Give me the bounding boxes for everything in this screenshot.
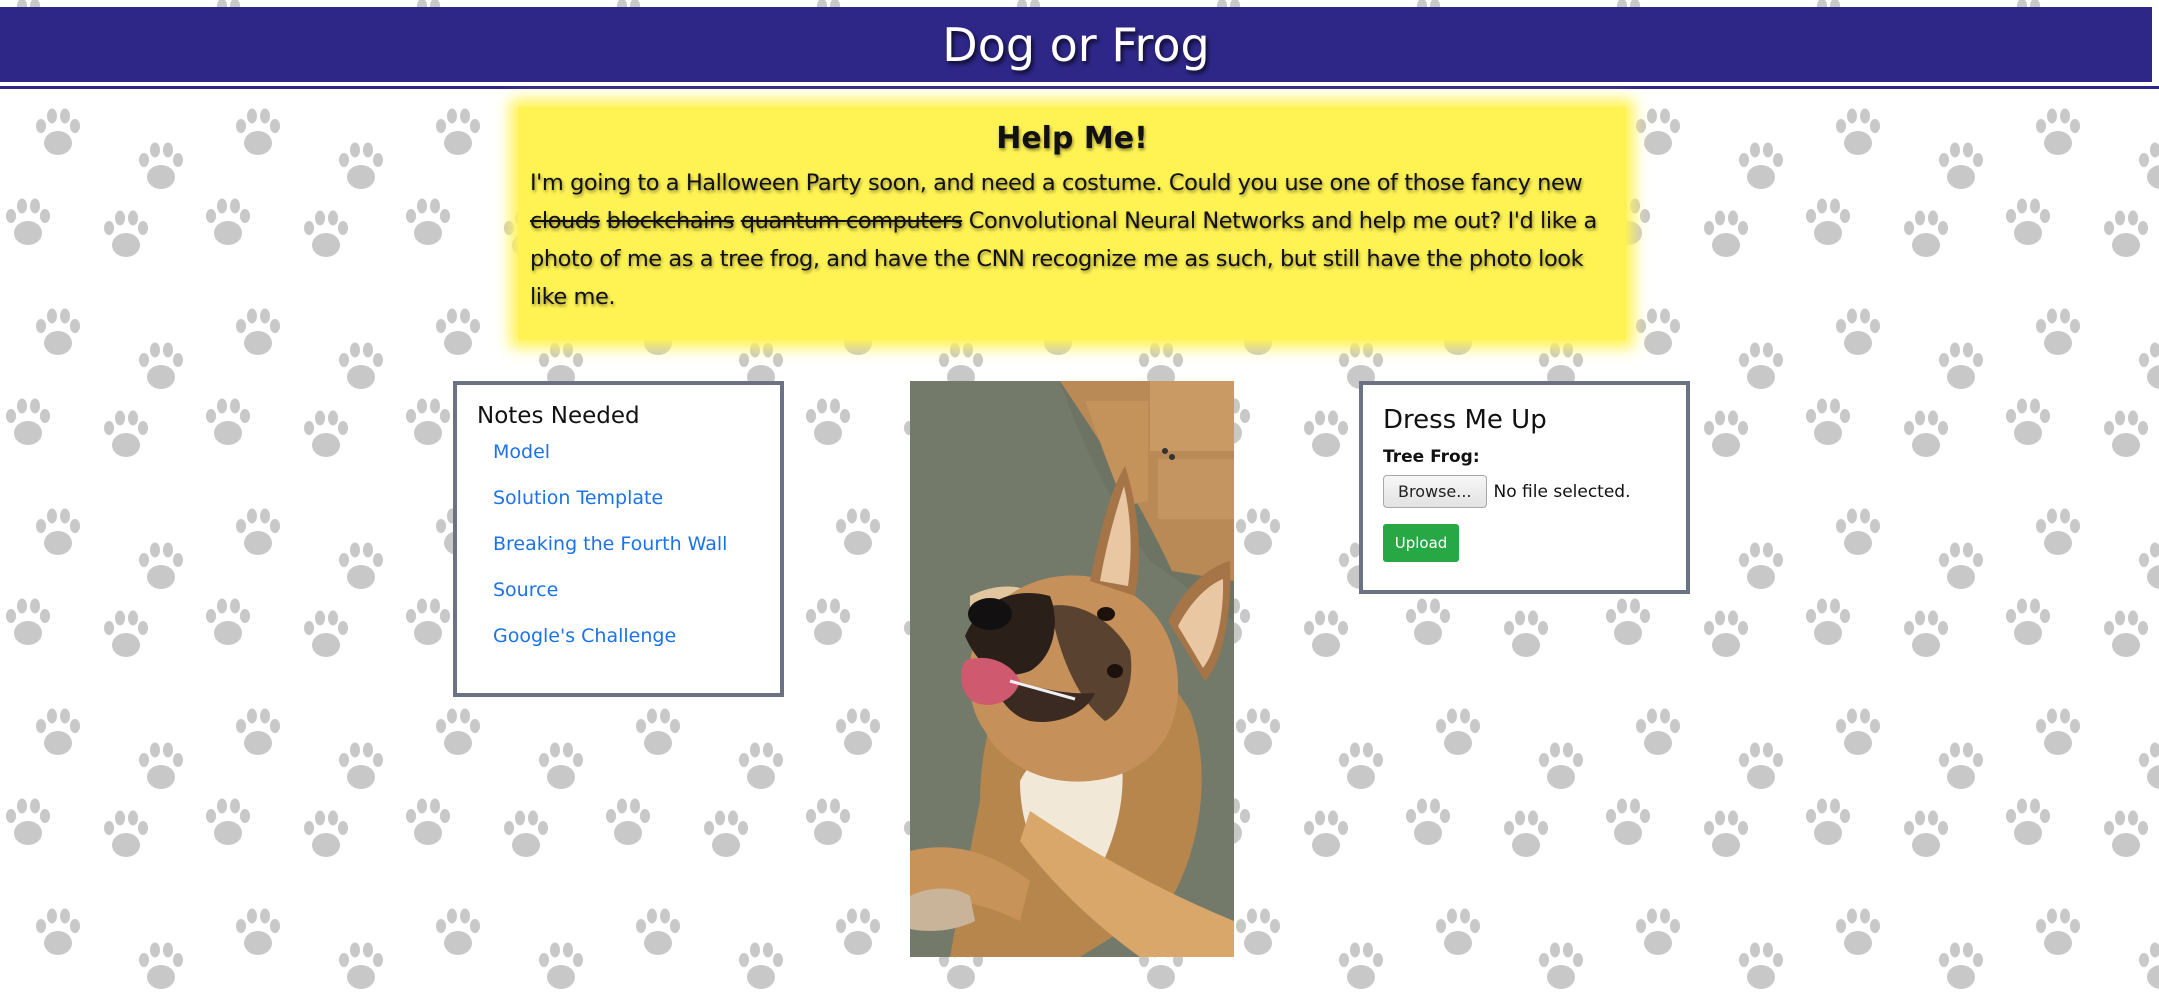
site-title: Dog or Frog <box>942 17 1210 72</box>
struck-word-quantum: quantum computers <box>740 208 963 234</box>
link-breaking-fourth-wall[interactable]: Breaking the Fourth Wall <box>493 533 727 555</box>
site-header: Dog or Frog <box>0 7 2152 82</box>
file-input: Browse... No file selected. <box>1383 475 1686 508</box>
link-googles-challenge[interactable]: Google's Challenge <box>493 625 676 647</box>
dog-illustration <box>910 381 1234 957</box>
file-status: No file selected. <box>1493 481 1631 502</box>
help-title: Help Me! <box>996 121 1148 156</box>
tree-frog-label: Tree Frog: <box>1383 447 1480 467</box>
link-solution-template[interactable]: Solution Template <box>493 487 663 509</box>
notes-title: Notes Needed <box>477 403 640 429</box>
help-text: I'm going to a Halloween Party soon, and… <box>530 164 1614 316</box>
help-text-intro: I'm going to a Halloween Party soon, and… <box>530 170 1583 196</box>
list-item: Source <box>493 579 780 625</box>
upload-button[interactable]: Upload <box>1383 524 1459 562</box>
dress-title: Dress Me Up <box>1383 405 1547 435</box>
dog-photo <box>910 381 1234 957</box>
struck-word-blockchains: blockchains <box>606 208 735 234</box>
help-me-box: Help Me! I'm going to a Halloween Party … <box>518 107 1626 340</box>
list-item: Google's Challenge <box>493 625 780 671</box>
list-item: Model <box>493 441 780 487</box>
browse-button[interactable]: Browse... <box>1383 475 1487 508</box>
link-source[interactable]: Source <box>493 579 558 601</box>
dress-me-up-panel: Dress Me Up Tree Frog: Browse... No file… <box>1359 381 1690 594</box>
notes-needed-panel: Notes Needed Model Solution Template Bre… <box>453 381 784 697</box>
list-item: Breaking the Fourth Wall <box>493 533 780 579</box>
link-model[interactable]: Model <box>493 441 550 463</box>
notes-link-list: Model Solution Template Breaking the Fou… <box>477 441 780 671</box>
header-divider <box>0 86 2159 89</box>
list-item: Solution Template <box>493 487 780 533</box>
struck-word-clouds: clouds <box>530 208 600 234</box>
